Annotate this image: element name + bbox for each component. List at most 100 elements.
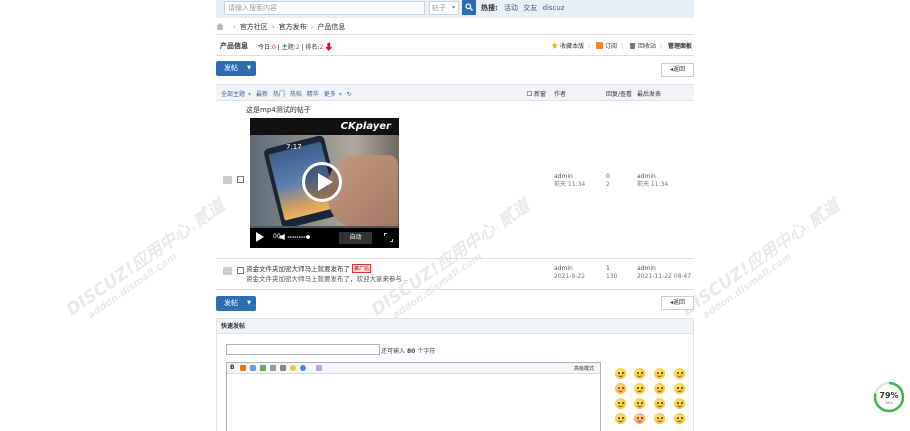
new-post-button[interactable]: 发帖 ▼ [216, 296, 256, 311]
subject-input[interactable] [226, 344, 380, 355]
filter-all[interactable]: 全部主题 [221, 91, 245, 98]
smiley-icon[interactable] [634, 413, 645, 424]
watermark: DISCUZ!应用中心 | 贰道 addon.dismall.com [677, 195, 844, 322]
font-color-icon[interactable] [240, 365, 246, 371]
rss-icon [596, 42, 604, 49]
last-post-date[interactable]: 前天 11:34 [637, 181, 668, 189]
col-last-post: 最后发表 [637, 91, 662, 98]
admin-panel-link[interactable]: 管理面板 [668, 43, 692, 50]
new-window-checkbox[interactable] [527, 91, 532, 96]
chevron-down-icon: ▾ [248, 91, 252, 98]
editor-toolbar: B 高级模式 [227, 363, 600, 374]
last-author-link[interactable]: admin [637, 173, 668, 181]
breadcrumb-link[interactable]: 官方发布 [279, 23, 307, 31]
smiley-icon[interactable] [654, 368, 665, 379]
smiley-icon[interactable] [615, 413, 626, 424]
post-date: 前天 11:34 [554, 181, 586, 188]
thread-checkbox[interactable] [237, 267, 244, 274]
smiley-icon[interactable] [634, 398, 645, 409]
forum-title: 产品信息 [220, 42, 248, 50]
code-icon[interactable] [280, 365, 286, 371]
smiley-icon[interactable] [654, 398, 665, 409]
divider [216, 55, 694, 56]
col-author: 作者 [554, 91, 567, 98]
quote-icon[interactable] [270, 365, 276, 371]
back-button[interactable]: ◂返回 [661, 296, 694, 310]
page: DISCUZ!应用中心 | 贰道 addon.dismall.com DISCU… [0, 0, 910, 431]
image-icon[interactable] [250, 365, 256, 371]
view-count: 130 [606, 273, 618, 280]
attachment-icon[interactable] [316, 365, 322, 371]
author-link[interactable]: admin [554, 265, 585, 273]
progress-percent: 79% [879, 391, 898, 400]
at-icon[interactable] [300, 365, 306, 371]
advanced-mode-link[interactable]: 高级模式 [574, 365, 594, 372]
speed-progress-badge[interactable]: 79% 0K/s [873, 381, 905, 413]
author-link[interactable]: admin [554, 173, 585, 181]
search-button[interactable] [462, 0, 476, 15]
smiley-icon[interactable] [290, 365, 296, 371]
trash-icon [629, 43, 636, 49]
link-icon[interactable] [260, 365, 266, 371]
filter-latest[interactable]: 最新 [256, 91, 268, 98]
smiley-icon[interactable] [615, 368, 626, 379]
col-replies-views: 回复/查看 [606, 91, 633, 98]
subscribe-link[interactable]: 订阅 [596, 42, 617, 50]
filter-hot[interactable]: 热门 [273, 91, 285, 98]
new-post-button[interactable]: 发帖 ▼ [216, 61, 256, 76]
thread-title[interactable]: 这是mp4测试的帖子 [246, 105, 311, 115]
search-input[interactable]: 请输入搜索内容 [224, 1, 425, 15]
watermark: DISCUZ!应用中心 | 贰道 addon.dismall.com [62, 195, 229, 322]
breadcrumb-current[interactable]: 产品信息 [317, 23, 345, 31]
smiley-icon[interactable] [654, 413, 665, 424]
thread-author: admin 前天 11:34 [554, 173, 585, 189]
video-player[interactable]: 7:17 CKplayer 00 [250, 118, 399, 248]
post-date: 2021-9-22 [554, 273, 586, 280]
play-icon[interactable] [302, 162, 342, 202]
filter-hot-thread[interactable]: 热帖 [290, 91, 302, 98]
top-search-bar: 请输入搜索内容 帖子 ▾ 热搜: 活动 交友 discuz [216, 0, 694, 18]
quick-post-heading: 快速发帖 [217, 319, 693, 334]
smiley-icon[interactable] [674, 368, 685, 379]
hot-search-link[interactable]: 交友 [523, 4, 537, 12]
thread-counts: 0 2 [606, 173, 610, 189]
bold-icon[interactable]: B [230, 364, 235, 371]
chevron-down-icon: ▼ [247, 65, 251, 71]
thread-checkbox[interactable] [237, 176, 244, 183]
smiley-icon[interactable] [634, 383, 645, 394]
breadcrumb: › 官方社区 › 官方发布 › 产品信息 [216, 21, 345, 33]
smiley-icon[interactable] [615, 383, 626, 394]
hot-search-link[interactable]: 活动 [504, 4, 518, 12]
last-author-link[interactable]: admin [637, 265, 691, 273]
breadcrumb-link[interactable]: 官方社区 [240, 23, 268, 31]
message-editor[interactable]: B 高级模式 [226, 362, 601, 431]
smiley-icon[interactable] [674, 398, 685, 409]
recycle-link[interactable]: 回收站 [629, 43, 656, 50]
chevron-down-icon: ▾ [451, 4, 455, 11]
last-post-date[interactable]: 2021-11-22 08:47 [637, 273, 691, 281]
smiley-icon[interactable] [674, 413, 685, 424]
home-icon[interactable] [216, 23, 224, 30]
hot-search-link[interactable]: discuz [543, 4, 565, 12]
search-type-select[interactable]: 帖子 ▾ [429, 1, 459, 15]
new-window-toggle[interactable]: 新窗 [527, 89, 546, 98]
video-brand: CKplayer [340, 121, 391, 132]
thread-excerpt: 资金文件夹加密大师马上就要发布了，欢迎大家来参与... [246, 275, 409, 283]
smiley-icon[interactable] [634, 368, 645, 379]
favorite-link[interactable]: 收藏本版 [551, 42, 584, 50]
forum-stats: 今日:0 | 主题:2 | 排名:2 [258, 42, 333, 51]
play-small-icon[interactable] [256, 232, 264, 242]
hot-search: 热搜: 活动 交友 discuz [481, 3, 568, 13]
thread-title[interactable]: 资金文件夹加密大师马上就要发布了 推广贴 [246, 263, 372, 273]
filter-more[interactable]: 更多 [324, 91, 336, 98]
fullscreen-icon[interactable] [384, 233, 393, 242]
smiley-icon[interactable] [654, 383, 665, 394]
divider [216, 34, 694, 35]
back-button[interactable]: ◂返回 [661, 63, 694, 77]
filter-digest[interactable]: 精华 [307, 91, 319, 98]
smiley-icon[interactable] [615, 398, 626, 409]
auto-quality-button[interactable]: 自动 [339, 232, 372, 244]
reply-count: 1 [606, 265, 610, 272]
smiley-icon[interactable] [674, 383, 685, 394]
refresh-icon[interactable]: ↻ [347, 91, 352, 98]
